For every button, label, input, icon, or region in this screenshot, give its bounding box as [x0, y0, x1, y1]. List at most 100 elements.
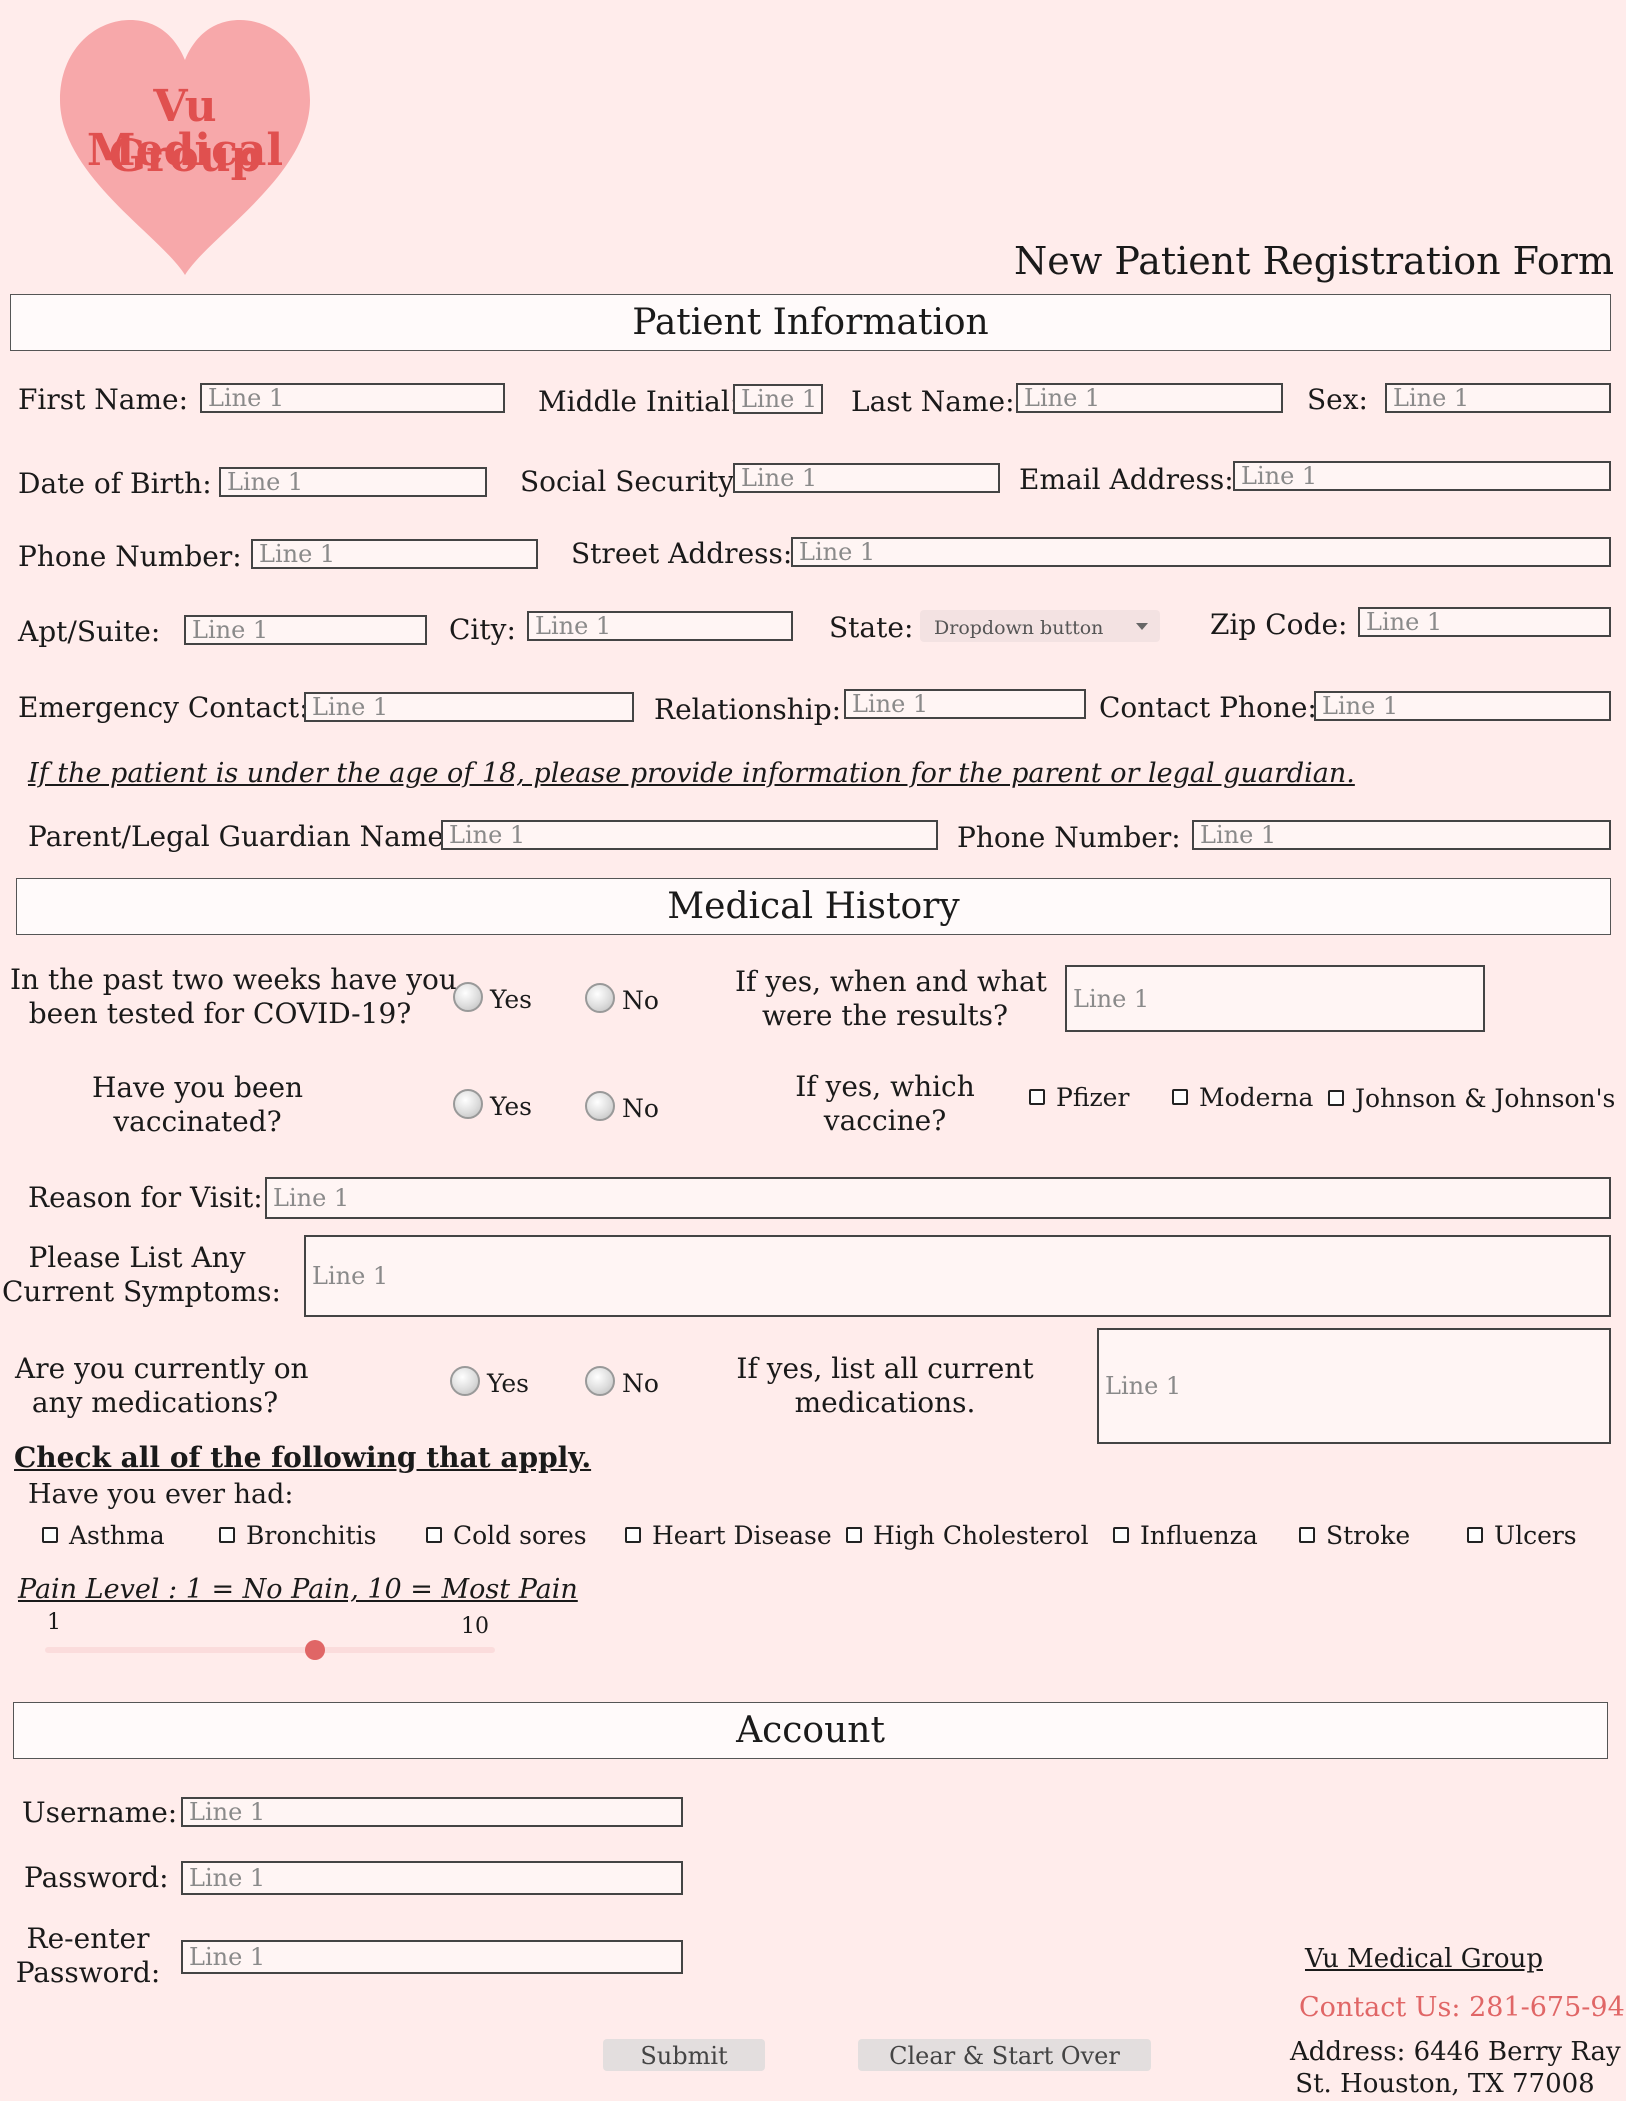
medications-field[interactable] — [1097, 1328, 1611, 1444]
reason-for-visit-field[interactable] — [265, 1177, 1611, 1219]
covid-followup-question: If yes, when and what were the results? — [735, 965, 1047, 1033]
medications-yes-label: Yes — [487, 1369, 529, 1398]
vaccine-pfizer-checkbox[interactable] — [1029, 1089, 1045, 1105]
condition-bronchitis-checkbox[interactable] — [219, 1527, 235, 1543]
street-address-field[interactable] — [791, 537, 1611, 567]
emergency-contact-field[interactable] — [304, 692, 634, 722]
vaccinated-no-label: No — [622, 1094, 659, 1123]
zip-code-field[interactable] — [1358, 607, 1611, 637]
apt-suite-field[interactable] — [184, 615, 427, 645]
covid-results-field[interactable] — [1065, 965, 1485, 1032]
medications-question-line1: Are you currently on — [15, 1352, 309, 1385]
password-field[interactable] — [181, 1861, 683, 1895]
symptoms-field[interactable] — [304, 1235, 1611, 1317]
vaccinated-question-line1: Have you been — [91, 1071, 304, 1104]
vaccine-followup-question: If yes, which vaccine? — [770, 1070, 1000, 1138]
vaccine-moderna-checkbox[interactable] — [1172, 1089, 1188, 1105]
covid-followup-line1: If yes, when and what — [735, 965, 1047, 998]
reenter-password-field[interactable] — [181, 1940, 683, 1974]
dob-field[interactable] — [219, 467, 487, 497]
vaccinated-no-radio[interactable] — [585, 1091, 615, 1121]
state-label: State: — [829, 611, 914, 644]
contact-address-line1: Address: 6446 Berry Ray — [1290, 2037, 1621, 2067]
covid-question: In the past two weeks have you been test… — [10, 963, 457, 1031]
guardian-phone-label: Phone Number: — [957, 821, 1181, 854]
vaccine-jj-checkbox[interactable] — [1328, 1090, 1344, 1106]
first-name-field[interactable] — [200, 383, 505, 413]
condition-ulcers-label: Ulcers — [1494, 1521, 1577, 1550]
covid-yes-label: Yes — [490, 985, 532, 1014]
condition-influenza-checkbox[interactable] — [1113, 1527, 1129, 1543]
phone-field[interactable] — [251, 539, 538, 569]
vaccine-pfizer-label: Pfizer — [1056, 1083, 1130, 1112]
email-label: Email Address: — [1019, 463, 1234, 496]
section-account: Account — [13, 1702, 1608, 1759]
slider-thumb[interactable] — [305, 1640, 325, 1660]
clear-start-over-button[interactable]: Clear & Start Over — [858, 2039, 1151, 2071]
vaccine-jj-label: Johnson & Johnson's — [1355, 1084, 1616, 1113]
chevron-down-icon — [1136, 623, 1148, 630]
username-field[interactable] — [181, 1797, 683, 1827]
pain-max-label: 10 — [461, 1614, 489, 1639]
condition-ulcers-checkbox[interactable] — [1467, 1527, 1483, 1543]
ssn-field[interactable] — [733, 463, 1000, 493]
medications-followup-line2: medications. — [794, 1386, 976, 1419]
condition-stroke-label: Stroke — [1326, 1521, 1411, 1550]
contact-phone-field[interactable] — [1314, 691, 1611, 721]
condition-cold-sores-checkbox[interactable] — [426, 1527, 442, 1543]
sex-label: Sex: — [1307, 383, 1368, 416]
condition-heart-disease-checkbox[interactable] — [625, 1527, 641, 1543]
vaccinated-question: Have you been vaccinated? — [55, 1071, 340, 1139]
condition-influenza-label: Influenza — [1140, 1521, 1258, 1550]
guardian-name-field[interactable] — [441, 820, 938, 850]
pain-min-label: 1 — [47, 1610, 61, 1635]
condition-bronchitis-label: Bronchitis — [246, 1521, 377, 1550]
state-dropdown-label: Dropdown button — [934, 617, 1104, 639]
symptoms-question: Please List Any Current Symptoms: — [2, 1241, 281, 1309]
street-address-label: Street Address: — [571, 537, 793, 570]
covid-question-line1: In the past two weeks have you — [10, 963, 457, 996]
city-field[interactable] — [527, 611, 793, 641]
vaccinated-question-line2: vaccinated? — [113, 1105, 282, 1138]
relationship-label: Relationship: — [654, 693, 842, 726]
username-label: Username: — [22, 1796, 178, 1829]
condition-heart-disease-label: Heart Disease — [652, 1521, 832, 1550]
middle-initial-field[interactable] — [733, 384, 823, 414]
medications-yes-radio[interactable] — [450, 1366, 480, 1396]
zip-code-label: Zip Code: — [1210, 608, 1348, 641]
medications-followup-line1: If yes, list all current — [736, 1352, 1034, 1385]
check-all-heading: Check all of the following that apply. — [14, 1441, 592, 1474]
medications-no-radio[interactable] — [585, 1366, 615, 1396]
last-name-field[interactable] — [1016, 383, 1283, 413]
contact-address-line2: St. Houston, TX 77008 — [1295, 2069, 1595, 2099]
middle-initial-label: Middle Initial: — [538, 385, 740, 418]
city-label: City: — [449, 613, 516, 646]
contact-address: Address: 6446 Berry Ray St. Houston, TX … — [1290, 2036, 1621, 2100]
guardian-phone-field[interactable] — [1192, 820, 1611, 850]
condition-high-cholesterol-checkbox[interactable] — [846, 1527, 862, 1543]
slider-track — [45, 1647, 495, 1653]
covid-no-radio[interactable] — [585, 983, 615, 1013]
ssn-label: Social Security: — [520, 465, 744, 498]
reenter-password-label: Re-enter Password: — [14, 1922, 162, 1990]
guardian-name-label: Parent/Legal Guardian Name: — [28, 820, 454, 853]
email-field[interactable] — [1233, 461, 1611, 491]
condition-asthma-checkbox[interactable] — [42, 1527, 58, 1543]
condition-stroke-checkbox[interactable] — [1299, 1527, 1315, 1543]
sex-field[interactable] — [1385, 383, 1611, 413]
vaccinated-yes-radio[interactable] — [453, 1089, 483, 1119]
apt-suite-label: Apt/Suite: — [18, 615, 161, 648]
section-medical-history: Medical History — [16, 878, 1611, 935]
covid-followup-line2: were the results? — [761, 999, 1009, 1032]
pain-level-slider[interactable] — [45, 1640, 495, 1660]
state-dropdown[interactable]: Dropdown button — [920, 610, 1160, 642]
relationship-field[interactable] — [844, 689, 1086, 719]
vaccine-moderna-label: Moderna — [1199, 1083, 1314, 1112]
password-label: Password: — [24, 1861, 169, 1894]
dob-label: Date of Birth: — [18, 467, 212, 500]
last-name-label: Last Name: — [851, 385, 1015, 418]
medications-no-label: No — [622, 1369, 659, 1398]
emergency-contact-label: Emergency Contact: — [18, 691, 309, 724]
covid-yes-radio[interactable] — [453, 982, 483, 1012]
submit-button[interactable]: Submit — [603, 2039, 765, 2071]
